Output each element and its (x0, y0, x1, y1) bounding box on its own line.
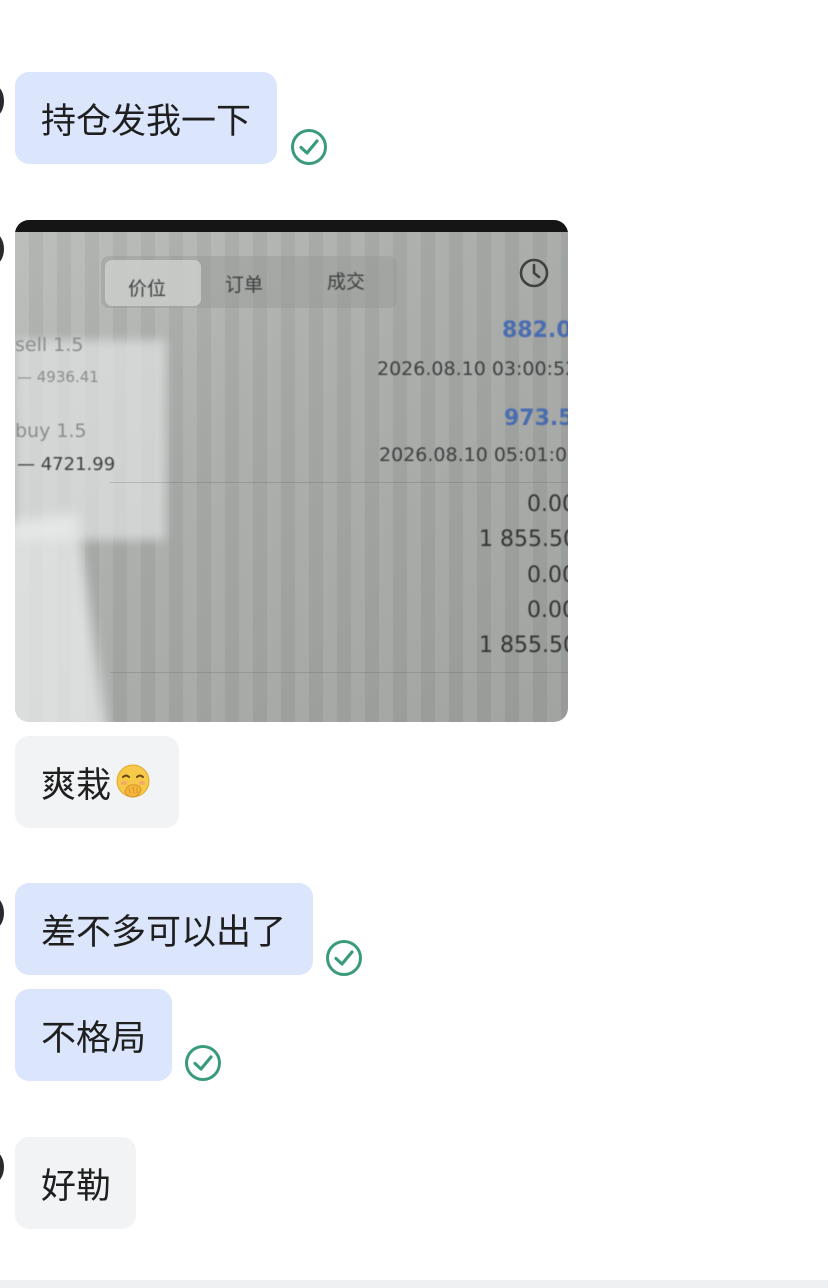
message-text: 持仓发我一下 (41, 101, 252, 142)
photo-summary-value: 1 855.50 (479, 633, 568, 658)
message-bubble-received[interactable]: 好勒 (15, 1137, 136, 1229)
avatar[interactable] (0, 898, 4, 928)
photo-label: sell 1.5 (15, 334, 84, 356)
message-text: 差不多可以出了 (41, 912, 287, 953)
message-text: 不格局 (41, 1018, 147, 1059)
photo-order-time: 2026.08.10 03:00:52 (377, 358, 568, 380)
avatar[interactable] (0, 1152, 4, 1182)
photo-tab-orders: 订单 (225, 274, 264, 296)
photo-summary-value: 0.00 (527, 598, 568, 623)
message-bubble-sent[interactable]: 持仓发我一下 (15, 72, 277, 164)
photo-summary-value: 1 855.50 (479, 527, 568, 552)
message-bubble-sent[interactable]: 不格局 (15, 989, 172, 1081)
photo-tab-price: 价位 (128, 278, 167, 300)
message-text: 好勒 (41, 1166, 112, 1207)
clock-icon (519, 258, 549, 288)
photo-summary-value: 0.00 (527, 492, 568, 517)
message-text: 爽栽 (41, 765, 112, 806)
photo-order-profit: 973.50 (504, 406, 568, 431)
read-check-icon (326, 940, 362, 976)
photo-message[interactable]: 价位 订单 成交 sell 1.5 — 4936.41 buy 1.5 — 47… (15, 220, 568, 722)
photo-order-time: 2026.08.10 05:01:02 (379, 444, 568, 466)
photo-order-profit: 882.0 (502, 318, 568, 343)
avatar[interactable] (0, 86, 4, 116)
avatar[interactable] (0, 234, 4, 264)
read-check-icon (291, 129, 327, 165)
message-bubble-received[interactable]: 爽栽 (15, 736, 179, 828)
message-bubble-sent[interactable]: 差不多可以出了 (15, 883, 313, 975)
photo-label: — 4721.99 (17, 454, 116, 475)
photo-label: buy 1.5 (15, 420, 87, 442)
read-check-icon (185, 1045, 221, 1081)
photo-summary-value: 0.00 (527, 563, 568, 588)
bottom-divider (0, 1280, 828, 1288)
chat-thread: 持仓发我一下 价位 订单 成交 sell 1.5 — 4936.41 buy 1… (0, 0, 828, 1288)
photo-tab-deals: 成交 (327, 271, 366, 293)
photo-label: — 4936.41 (17, 368, 99, 386)
hand-over-mouth-emoji-icon (116, 764, 150, 798)
